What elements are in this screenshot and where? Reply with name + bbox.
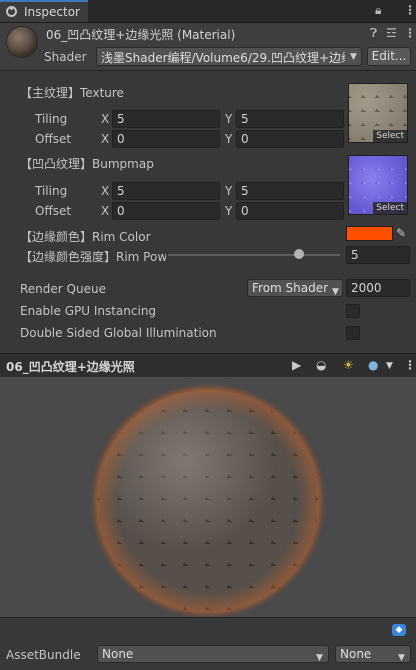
material-preview-icon (7, 27, 37, 57)
asset-label-icon[interactable]: ◆ (392, 624, 406, 636)
tab-bar: Inspector 🔒︎ ⋮ (0, 0, 416, 23)
double-sided-gi-label: Double Sided Global Illumination (20, 326, 217, 340)
material-preview-sphere (97, 390, 319, 612)
asset-bundle-name-dropdown[interactable]: None ▼ (97, 645, 329, 663)
rim-color-swatch[interactable] (346, 226, 393, 241)
render-queue-mode: From Shader (252, 281, 329, 295)
info-icon (6, 6, 17, 17)
preview-lighting-icon[interactable]: ☀ (343, 358, 354, 372)
main-offset-x-field[interactable]: 0 (112, 130, 220, 148)
chevron-down-icon: ▼ (350, 52, 357, 62)
edit-shader-button[interactable]: Edit... (367, 47, 411, 66)
bump-offset-y-axis: Y (225, 204, 233, 218)
preview-title: 06_凹凸纹理+边缘光照 (6, 360, 135, 374)
help-icon[interactable]: ❓︎ (370, 26, 377, 41)
shader-label: Shader (44, 50, 87, 64)
main-texture-label: 【主纹理】Texture (20, 86, 124, 100)
chevron-down-icon: ▼ (398, 653, 405, 663)
bump-tiling-x-field[interactable]: 5 (112, 182, 220, 200)
material-title: 06_凹凸纹理+边缘光照 (Material) (46, 28, 236, 42)
asset-bundle-name-value: None (102, 647, 134, 661)
tab-inspector-label: Inspector (24, 5, 80, 19)
preview-mesh-icon[interactable]: ◒ (316, 358, 326, 372)
main-offset-label: Offset (35, 132, 72, 146)
rim-power-label: 【边缘颜色强度】Rim Pow (20, 250, 166, 264)
preview-more-icon[interactable]: ⋮ (404, 358, 416, 372)
bump-offset-label: Offset (35, 204, 72, 218)
bump-offset-x-field[interactable]: 0 (112, 202, 220, 220)
main-tiling-label: Tiling (35, 112, 68, 126)
tab-inspector[interactable]: Inspector (0, 0, 88, 22)
bump-texture-label: 【凹凸纹理】Bumpmap (20, 157, 154, 171)
render-queue-value-field[interactable]: 2000 (346, 279, 410, 297)
chevron-down-icon[interactable]: ▼ (386, 361, 393, 371)
main-offset-x-axis: X (101, 132, 110, 146)
render-queue-dropdown[interactable]: From Shader ▼ (247, 279, 343, 297)
chevron-down-icon: ▼ (316, 653, 323, 663)
bump-offset-y-field[interactable]: 0 (236, 202, 344, 220)
context-menu-icon[interactable]: ⋮ (404, 26, 416, 40)
shader-dropdown-value: 浅墨Shader编程/Volume6/29.凹凸纹理+边缘光 (101, 51, 345, 65)
rim-power-slider-handle[interactable] (293, 249, 304, 259)
main-tiling-y-axis: Y (225, 112, 233, 126)
asset-bundle-variant-value: None (340, 647, 372, 661)
bump-tiling-y-axis: Y (225, 184, 233, 198)
main-tiling-x-axis: X (101, 112, 110, 126)
main-texture-thumbnail[interactable]: Select (348, 83, 408, 143)
rim-power-slider-track[interactable] (168, 254, 340, 256)
main-tiling-x-field[interactable]: 5 (112, 110, 220, 128)
gpu-instancing-checkbox[interactable] (346, 304, 360, 318)
double-sided-gi-checkbox[interactable] (346, 326, 360, 340)
asset-bundle-variant-dropdown[interactable]: None ▼ (335, 645, 411, 663)
bump-texture-thumbnail[interactable]: Select (348, 155, 408, 215)
render-queue-label: Render Queue (20, 282, 106, 296)
lock-icon[interactable]: 🔒︎ (375, 3, 381, 18)
asset-bundle-label: AssetBundle (6, 648, 81, 662)
bump-tiling-y-field[interactable]: 5 (236, 182, 344, 200)
main-tiling-y-field[interactable]: 5 (236, 110, 344, 128)
bump-texture-select-button[interactable]: Select (373, 202, 407, 214)
more-options-icon[interactable]: ⋮ (404, 3, 416, 17)
main-texture-select-button[interactable]: Select (373, 130, 407, 142)
preset-settings-icon[interactable]: ☲ (386, 26, 397, 40)
rim-power-field[interactable]: 5 (346, 246, 410, 264)
gpu-instancing-label: Enable GPU Instancing (20, 304, 157, 318)
preview-toolbar: 06_凹凸纹理+边缘光照 ▶ ◒ ☀ ● ▼ ⋮ (0, 353, 416, 378)
main-offset-y-axis: Y (225, 132, 233, 146)
bump-tiling-label: Tiling (35, 184, 68, 198)
asset-bundle-bar: ◆ AssetBundle None ▼ None ▼ (0, 617, 416, 670)
chevron-down-icon: ▼ (332, 287, 339, 297)
play-icon[interactable]: ▶ (292, 358, 301, 372)
rim-color-label: 【边缘颜色】Rim Color (20, 230, 151, 244)
shader-dropdown[interactable]: 浅墨Shader编程/Volume6/29.凹凸纹理+边缘光 ▼ (96, 47, 362, 66)
preview-background-icon[interactable]: ● (368, 358, 378, 372)
eyedropper-icon[interactable]: ✎ (396, 226, 406, 240)
main-offset-y-field[interactable]: 0 (236, 130, 344, 148)
bump-tiling-x-axis: X (101, 184, 110, 198)
material-header: 06_凹凸纹理+边缘光照 (Material) ❓︎ ☲ ⋮ Shader 浅墨… (0, 23, 416, 71)
bump-offset-x-axis: X (101, 204, 110, 218)
